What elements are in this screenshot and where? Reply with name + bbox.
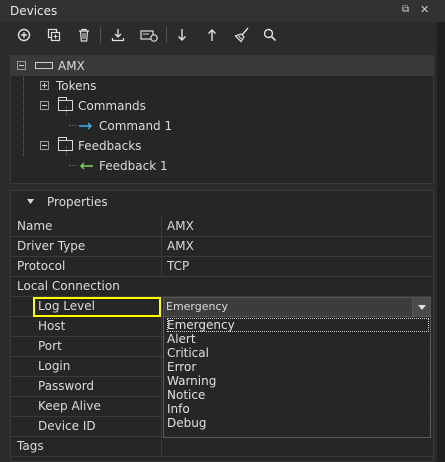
tree-guide <box>69 125 77 126</box>
chevron-down-icon <box>418 305 426 310</box>
toolbar-separator <box>100 27 101 43</box>
tree-item-label: Commands <box>78 99 146 113</box>
search-icon[interactable] <box>260 25 280 45</box>
column-divider <box>161 317 162 337</box>
column-divider <box>161 377 162 397</box>
property-name: Name <box>17 219 53 233</box>
move-down-icon[interactable] <box>172 25 192 45</box>
property-name: Protocol <box>17 259 66 273</box>
option-warning[interactable]: Warning <box>167 374 216 388</box>
clean-icon[interactable] <box>232 25 252 45</box>
log-level-options: Emergency Alert Critical Error Warning N… <box>163 316 431 438</box>
connect-device-icon[interactable] <box>137 25 161 45</box>
device-tree: AMX Tokens Commands Command 1 Feedbacks … <box>10 55 434 184</box>
property-name: Login <box>38 359 71 373</box>
property-name: Host <box>38 319 66 333</box>
property-name: Device ID <box>38 419 96 433</box>
properties-header[interactable]: Properties <box>11 191 433 215</box>
property-group-name: Local Connection <box>17 279 120 293</box>
property-name: Password <box>38 379 95 393</box>
property-row-name[interactable]: Name AMX <box>11 217 433 237</box>
property-name: Keep Alive <box>38 399 101 413</box>
column-divider <box>161 437 162 457</box>
option-error[interactable]: Error <box>167 360 196 374</box>
column-divider <box>161 337 162 357</box>
collapse-icon[interactable] <box>17 61 26 70</box>
option-info[interactable]: Info <box>167 402 190 416</box>
option-emergency[interactable]: Emergency <box>167 318 429 332</box>
dropdown-value: Emergency <box>166 300 229 313</box>
option-critical[interactable]: Critical <box>167 346 209 360</box>
feedback-arrow-icon <box>80 162 93 170</box>
column-divider <box>161 397 162 417</box>
tree-item-device[interactable]: AMX <box>11 56 433 76</box>
property-row-local-connection[interactable]: Local Connection <box>11 277 433 297</box>
log-level-dropdown[interactable]: Emergency <box>163 297 431 317</box>
tree-item-label: AMX <box>58 59 85 73</box>
folder-icon <box>58 97 73 111</box>
add-icon[interactable] <box>14 25 34 45</box>
command-arrow-icon <box>79 122 92 130</box>
float-icon[interactable]: ⧉ <box>402 4 409 15</box>
duplicate-icon[interactable] <box>44 25 64 45</box>
move-up-icon[interactable] <box>202 25 222 45</box>
properties-title: Properties <box>47 195 108 209</box>
column-divider <box>161 237 162 257</box>
property-value[interactable]: AMX <box>167 217 194 236</box>
panel-titlebar: Devices ⧉ ✕ <box>0 0 445 22</box>
property-value[interactable]: AMX <box>167 237 194 256</box>
right-edge-strip <box>437 22 445 462</box>
collapse-icon[interactable] <box>40 101 49 110</box>
property-row-tags[interactable]: Tags <box>11 437 433 457</box>
collapse-icon[interactable] <box>40 141 49 150</box>
tree-item-label: Tokens <box>56 79 97 93</box>
folder-icon <box>58 137 73 151</box>
property-row-protocol[interactable]: Protocol TCP <box>11 257 433 277</box>
toolbar <box>0 22 438 50</box>
close-icon[interactable]: ✕ <box>420 3 429 16</box>
delete-icon[interactable] <box>74 25 94 45</box>
column-divider <box>161 297 162 317</box>
property-row-driver-type[interactable]: Driver Type AMX <box>11 237 433 257</box>
column-divider <box>161 357 162 377</box>
expand-icon[interactable] <box>40 81 49 90</box>
option-notice[interactable]: Notice <box>167 388 205 402</box>
property-name: Port <box>38 339 62 353</box>
tree-item-label: Command 1 <box>99 119 173 133</box>
toolbar-separator <box>166 27 167 43</box>
column-divider <box>161 417 162 437</box>
property-name: Driver Type <box>17 239 86 253</box>
option-alert[interactable]: Alert <box>167 332 196 346</box>
collapse-arrow-icon[interactable] <box>27 199 34 204</box>
property-name: Tags <box>17 439 44 453</box>
option-debug[interactable]: Debug <box>167 416 206 430</box>
tree-guide <box>69 165 77 166</box>
tree-guide <box>23 72 24 156</box>
tree-item-label: Feedbacks <box>78 139 142 153</box>
device-icon <box>35 62 53 69</box>
tree-item-label: Feedback 1 <box>99 159 168 173</box>
import-icon[interactable] <box>108 25 128 45</box>
column-divider <box>161 257 162 277</box>
dropdown-button[interactable] <box>412 298 430 316</box>
property-name: Log Level <box>38 299 95 313</box>
property-value[interactable]: TCP <box>167 257 189 276</box>
column-divider <box>161 217 162 237</box>
panel-title: Devices <box>10 4 58 18</box>
